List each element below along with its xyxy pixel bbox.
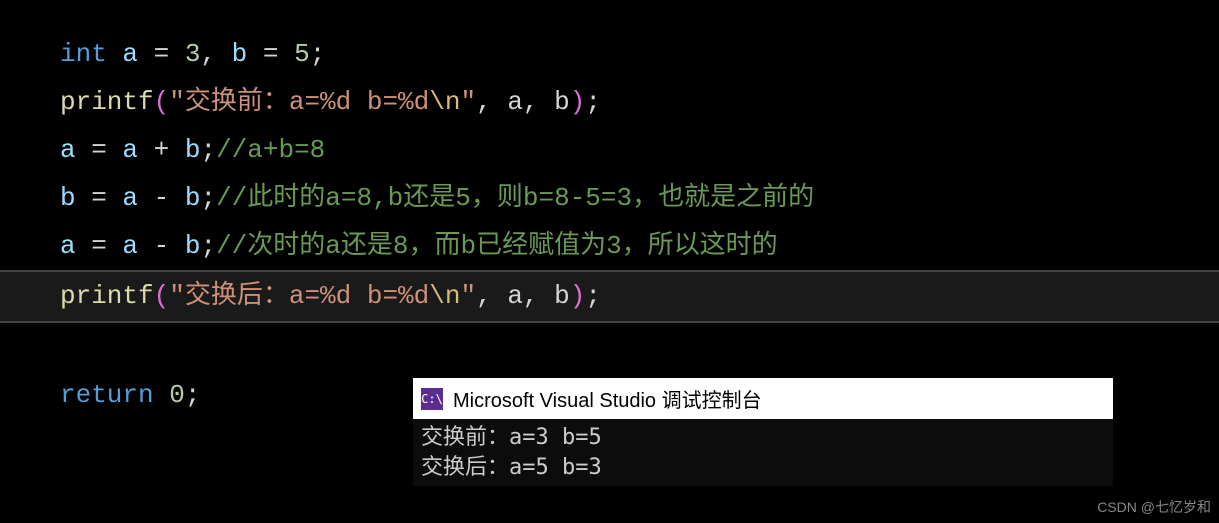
var-b: b	[232, 39, 248, 69]
comment: //次时的a还是8，而b已经赋值为3，所以这时的	[216, 231, 778, 261]
console-output-line: 交换前：a=3 b=5	[421, 423, 1105, 453]
func-printf: printf	[60, 281, 154, 311]
var-a: a	[122, 39, 138, 69]
code-line-4: b = a - b;//此时的a=8,b还是5，则b=8-5=3，也就是之前的	[60, 174, 1219, 222]
watermark: CSDN @七忆岁和	[1097, 497, 1211, 517]
code-line-6-current: printf("交换后：a=%d b=%d\n", a, b);	[0, 270, 1219, 322]
code-line-3: a = a + b;//a+b=8	[60, 126, 1219, 174]
code-line-blank	[60, 323, 1219, 371]
debug-console-window[interactable]: C:\ Microsoft Visual Studio 调试控制台 交换前：a=…	[413, 378, 1113, 486]
string-literal: 交换后：a=%d b=%d	[185, 281, 429, 311]
console-output: 交换前：a=3 b=5 交换后：a=5 b=3	[413, 419, 1113, 486]
func-printf: printf	[60, 87, 154, 117]
console-title: Microsoft Visual Studio 调试控制台	[453, 384, 762, 413]
escape-sequence: \n	[429, 87, 460, 117]
keyword-return: return	[60, 380, 154, 410]
console-titlebar[interactable]: C:\ Microsoft Visual Studio 调试控制台	[413, 378, 1113, 419]
console-icon: C:\	[421, 388, 443, 410]
literal-3: 3	[185, 39, 201, 69]
escape-sequence: \n	[429, 281, 460, 311]
console-output-line: 交换后：a=5 b=3	[421, 453, 1105, 483]
code-line-2: printf("交换前：a=%d b=%d\n", a, b);	[60, 78, 1219, 126]
comment: //此时的a=8,b还是5，则b=8-5=3，也就是之前的	[216, 183, 814, 213]
keyword-int: int	[60, 39, 107, 69]
string-literal: 交换前：a=%d b=%d	[185, 87, 429, 117]
comment: //a+b=8	[216, 135, 325, 165]
literal-0: 0	[169, 380, 185, 410]
code-editor[interactable]: int a = 3, b = 5; printf("交换前：a=%d b=%d\…	[0, 0, 1219, 419]
code-line-1: int a = 3, b = 5;	[60, 30, 1219, 78]
literal-5: 5	[294, 39, 310, 69]
code-line-5: a = a - b;//次时的a还是8，而b已经赋值为3，所以这时的	[60, 222, 1219, 270]
